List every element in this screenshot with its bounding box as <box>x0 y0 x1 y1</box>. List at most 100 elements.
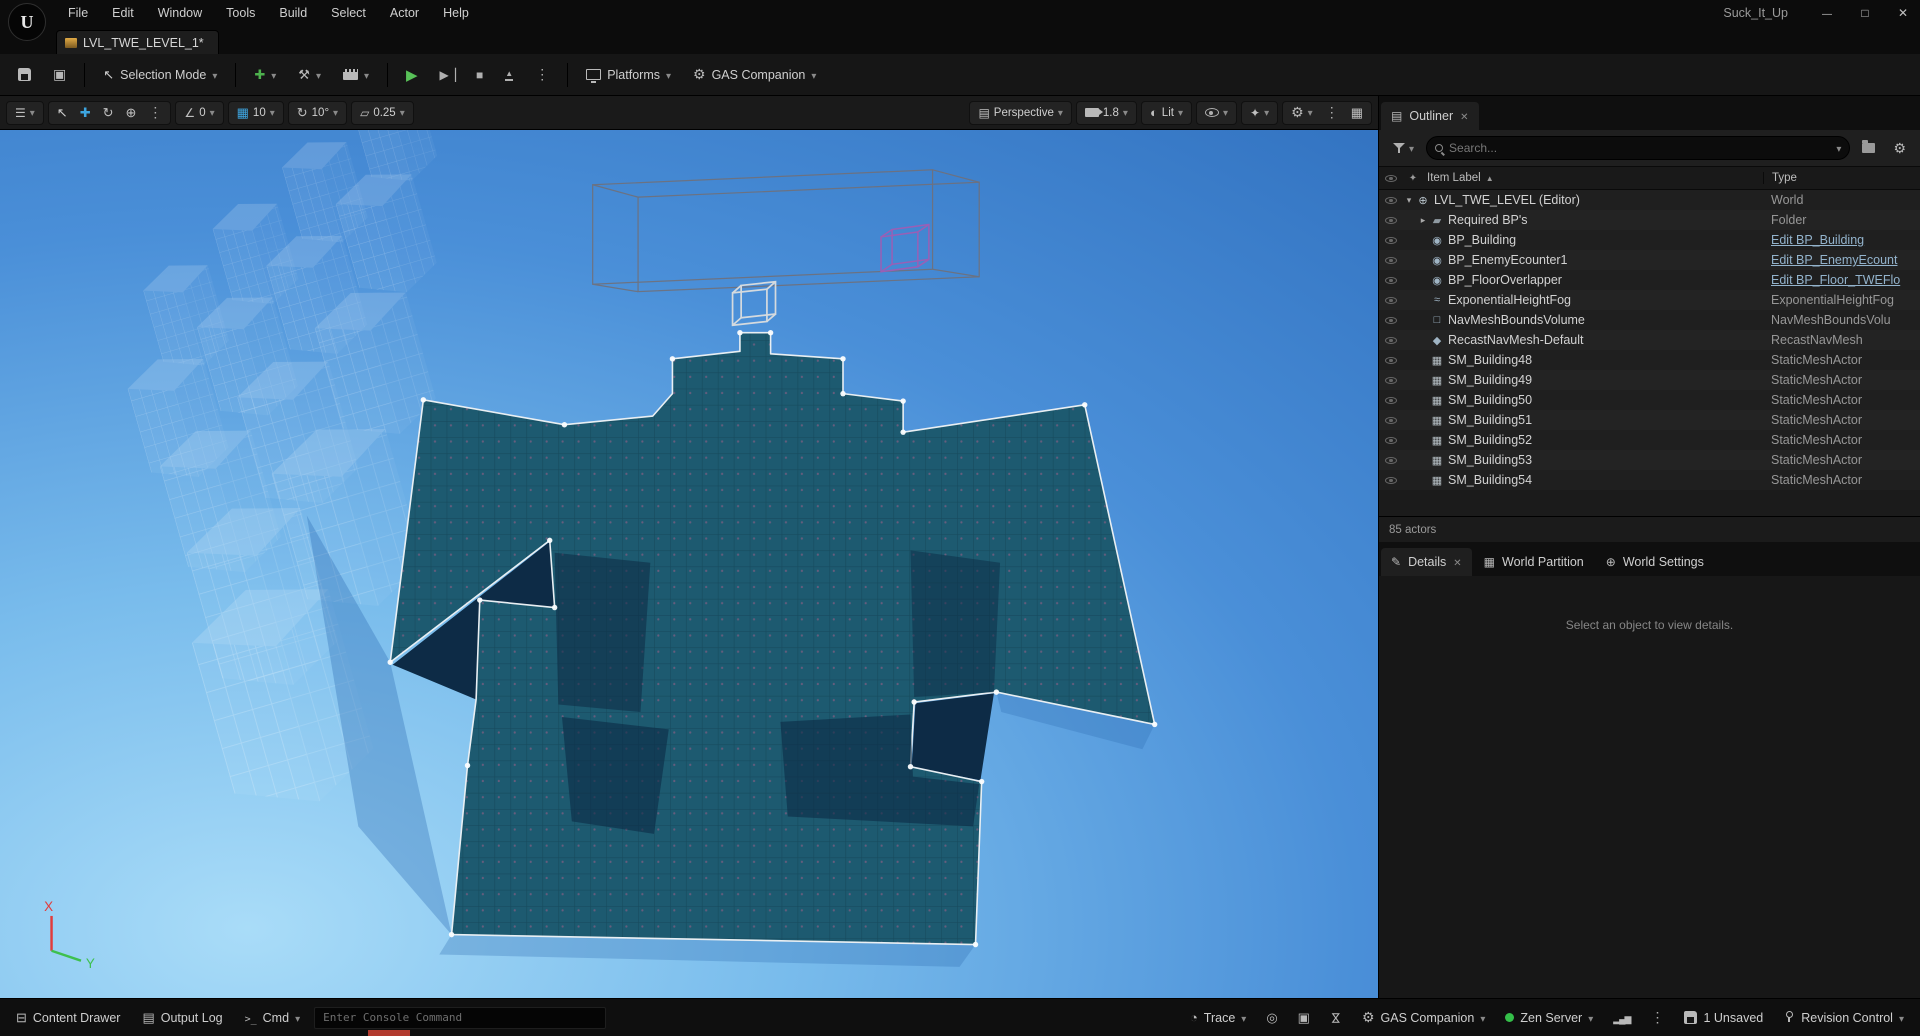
visibility-toggle[interactable] <box>1379 456 1403 464</box>
maximize-button[interactable] <box>1848 1 1882 25</box>
search-input[interactable] <box>1449 141 1831 155</box>
visibility-toggle[interactable] <box>1379 336 1403 344</box>
view-mode-dropdown[interactable]: Lit <box>1144 102 1189 124</box>
insights-button[interactable] <box>1605 1005 1638 1031</box>
save-button[interactable] <box>10 61 39 89</box>
visibility-toggle[interactable] <box>1379 436 1403 444</box>
table-row[interactable]: SM_Building48 StaticMeshActor <box>1379 350 1920 370</box>
table-row[interactable]: BP_Building Edit BP_Building <box>1379 230 1920 250</box>
screenshot-button[interactable] <box>1290 1005 1318 1031</box>
expander-arrow-icon[interactable] <box>1403 195 1415 206</box>
platforms-dropdown[interactable]: Platforms <box>578 61 679 89</box>
perspective-dropdown[interactable]: Perspective <box>972 102 1068 124</box>
visibility-toggle[interactable] <box>1379 416 1403 424</box>
close-button[interactable] <box>1886 1 1920 25</box>
item-label-column-header[interactable]: Item Label <box>1423 172 1763 184</box>
minimize-button[interactable] <box>1810 1 1844 25</box>
table-row[interactable]: ExponentialHeightFog ExponentialHeightFo… <box>1379 290 1920 310</box>
menu-tools[interactable]: Tools <box>214 0 267 26</box>
gas-companion-dropdown[interactable]: GAS Companion <box>685 61 824 89</box>
target-button[interactable] <box>1258 1005 1285 1031</box>
visibility-column-header[interactable] <box>1379 174 1403 182</box>
show-flags-button[interactable] <box>1199 102 1234 124</box>
cmd-dropdown[interactable]: Cmd <box>237 1005 308 1031</box>
table-row[interactable]: SM_Building51 StaticMeshActor <box>1379 410 1920 430</box>
table-row[interactable]: Required BP's Folder <box>1379 210 1920 230</box>
visibility-toggle[interactable] <box>1379 256 1403 264</box>
close-icon[interactable] <box>1453 555 1461 569</box>
content-drawer-button[interactable]: Content Drawer <box>8 1005 128 1031</box>
pin-column-header[interactable] <box>1403 172 1423 184</box>
camera-speed-button[interactable]: 1.8 <box>1079 102 1134 124</box>
table-row[interactable]: RecastNavMesh-Default RecastNavMesh <box>1379 330 1920 350</box>
scale-snap-button[interactable]: 0.25 <box>354 102 411 124</box>
select-tool-button[interactable] <box>51 102 74 124</box>
menu-select[interactable]: Select <box>319 0 378 26</box>
menu-edit[interactable]: Edit <box>100 0 146 26</box>
move-tool-button[interactable] <box>74 102 97 124</box>
actor-type[interactable]: Edit BP_EnemyEcount <box>1763 253 1920 267</box>
stop-button[interactable] <box>468 61 491 89</box>
close-icon[interactable] <box>1460 109 1468 123</box>
browse-button[interactable] <box>45 61 74 89</box>
rotation-snap-button[interactable]: 10° <box>291 102 344 124</box>
effects-button[interactable] <box>1244 102 1275 124</box>
tab-world-partition[interactable]: World Partition <box>1474 548 1594 576</box>
viewport-options-button[interactable] <box>9 102 41 124</box>
tab-outliner[interactable]: Outliner <box>1381 102 1479 130</box>
menu-window[interactable]: Window <box>146 0 214 26</box>
blueprints-button[interactable] <box>290 61 329 89</box>
menu-file[interactable]: File <box>56 0 100 26</box>
actor-type[interactable]: Edit BP_Floor_TWEFlo <box>1763 273 1920 287</box>
play-options-button[interactable] <box>527 61 557 89</box>
grid-snap-button[interactable]: 10 <box>231 102 281 124</box>
menu-actor[interactable]: Actor <box>378 0 431 26</box>
table-row[interactable]: SM_Building52 StaticMeshActor <box>1379 430 1920 450</box>
viewport-more-button[interactable] <box>1319 102 1345 124</box>
viewport-canvas[interactable]: X Y <box>0 130 1378 998</box>
transform-more-button[interactable] <box>142 102 168 124</box>
visibility-toggle[interactable] <box>1379 276 1403 284</box>
visibility-toggle[interactable] <box>1379 396 1403 404</box>
visibility-toggle[interactable] <box>1379 316 1403 324</box>
visibility-toggle[interactable] <box>1379 476 1403 484</box>
revision-control-dropdown[interactable]: Revision Control <box>1775 1005 1912 1031</box>
level-tab[interactable]: LVL_TWE_LEVEL_1* <box>56 30 219 54</box>
maximize-viewport-button[interactable] <box>1345 102 1369 124</box>
table-row[interactable]: NavMeshBoundsVolume NavMeshBoundsVolu <box>1379 310 1920 330</box>
eject-button[interactable] <box>497 61 521 89</box>
table-row[interactable]: BP_EnemyEcounter1 Edit BP_EnemyEcount <box>1379 250 1920 270</box>
filter-button[interactable] <box>1387 137 1420 159</box>
outliner-settings-button[interactable] <box>1887 137 1912 159</box>
visibility-toggle[interactable] <box>1379 376 1403 384</box>
table-row[interactable]: LVL_TWE_LEVEL (Editor) World <box>1379 190 1920 210</box>
actor-type[interactable]: Edit BP_Building <box>1763 233 1920 247</box>
visibility-toggle[interactable] <box>1379 356 1403 364</box>
table-row[interactable]: SM_Building54 StaticMeshActor <box>1379 470 1920 490</box>
unreal-logo[interactable]: U <box>8 3 46 41</box>
viewport-settings-button[interactable] <box>1285 102 1319 124</box>
status-more-button[interactable] <box>1642 1005 1672 1031</box>
menu-help[interactable]: Help <box>431 0 481 26</box>
selection-mode-dropdown[interactable]: Selection Mode <box>95 61 225 89</box>
table-row[interactable]: SM_Building50 StaticMeshActor <box>1379 390 1920 410</box>
trace-dropdown[interactable]: Trace <box>1182 1005 1254 1031</box>
output-log-button[interactable]: Output Log <box>134 1005 230 1031</box>
surface-snap-button[interactable]: 0 <box>178 102 220 124</box>
visibility-toggle[interactable] <box>1379 196 1403 204</box>
play-button[interactable] <box>398 61 426 89</box>
zen-server-dropdown[interactable]: Zen Server <box>1497 1005 1601 1031</box>
visibility-toggle[interactable] <box>1379 296 1403 304</box>
new-folder-button[interactable] <box>1856 137 1881 159</box>
cinematics-button[interactable] <box>335 61 377 89</box>
expander-arrow-icon[interactable] <box>1417 215 1429 226</box>
tab-details[interactable]: Details <box>1381 548 1472 576</box>
menu-build[interactable]: Build <box>267 0 319 26</box>
tab-world-settings[interactable]: World Settings <box>1596 548 1714 576</box>
visibility-toggle[interactable] <box>1379 236 1403 244</box>
unsaved-button[interactable]: 1 Unsaved <box>1676 1005 1771 1031</box>
visibility-toggle[interactable] <box>1379 216 1403 224</box>
rotate-tool-button[interactable] <box>97 102 120 124</box>
table-row[interactable]: BP_FloorOverlapper Edit BP_Floor_TWEFlo <box>1379 270 1920 290</box>
type-column-header[interactable]: Type <box>1763 172 1920 184</box>
